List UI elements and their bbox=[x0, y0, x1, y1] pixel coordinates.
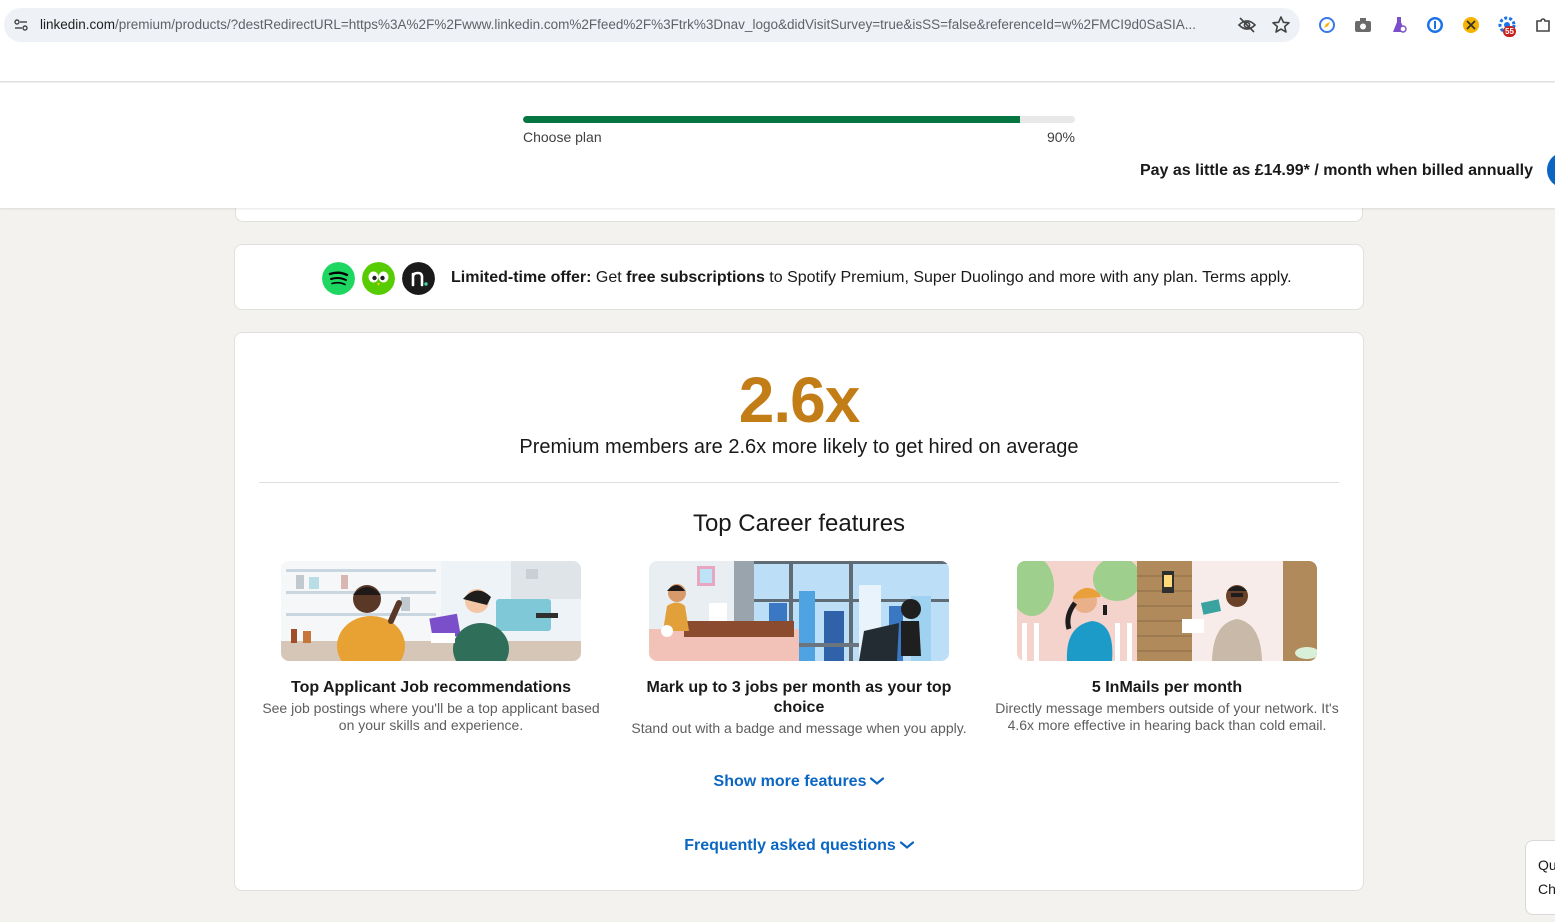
chat-line-2: Ch bbox=[1538, 881, 1555, 897]
camera-extension-icon[interactable] bbox=[1353, 15, 1373, 35]
section-divider bbox=[259, 482, 1339, 483]
offer-text: Limited-time offer: Get free subscriptio… bbox=[451, 269, 1292, 287]
career-features-card: 2.6x Premium members are 2.6x more likel… bbox=[234, 332, 1364, 891]
chat-line-1: Qu bbox=[1538, 857, 1555, 873]
feature-title: Top Applicant Job recommendations bbox=[290, 679, 572, 696]
limited-offer-banner: Limited-time offer: Get free subscriptio… bbox=[234, 244, 1364, 310]
browser-spacer bbox=[0, 50, 1555, 82]
stat-value: 2.6x bbox=[738, 364, 861, 436]
progress-bar-fill bbox=[523, 116, 1020, 123]
faq-label: Frequently asked questions bbox=[684, 837, 896, 854]
features-heading: Top Career features bbox=[692, 510, 906, 537]
feature-title: Mark up to 3 jobs per month as your top … bbox=[646, 679, 952, 716]
feature-description: Directly message members outside of your… bbox=[995, 700, 1339, 733]
progress-bar bbox=[523, 116, 1075, 123]
url-path: /premium/products/?destRedirectURL=https… bbox=[115, 17, 1197, 32]
feature-description: Stand out with a badge and message when … bbox=[631, 720, 967, 736]
star-icon[interactable] bbox=[1271, 15, 1291, 35]
site-info-icon[interactable] bbox=[13, 17, 29, 33]
stat-caption: Premium members are 2.6x more likely to … bbox=[519, 436, 1079, 458]
browser-toolbar: linkedin.com/premium/products/?destRedir… bbox=[0, 0, 1555, 50]
continue-button[interactable] bbox=[1547, 152, 1555, 188]
inmails-illustration bbox=[1017, 561, 1317, 661]
faq-link[interactable]: Frequently asked questions bbox=[235, 837, 1363, 855]
feature-title: 5 InMails per month bbox=[1091, 679, 1243, 696]
compass-extension-icon[interactable] bbox=[1317, 15, 1337, 35]
checkout-progress-header: Choose plan 90% Pay as little as £14.99*… bbox=[0, 83, 1555, 208]
job-recommendations-illustration bbox=[281, 561, 581, 661]
offer-text-mid: Get bbox=[591, 269, 627, 286]
clock-extension-icon[interactable] bbox=[1461, 15, 1481, 35]
top-choice-illustration bbox=[649, 561, 949, 661]
chevron-down-icon bbox=[870, 777, 885, 785]
offer-text-rest: to Spotify Premium, Super Duolingo and m… bbox=[764, 269, 1292, 286]
spotify-logo-icon bbox=[322, 262, 355, 295]
address-bar[interactable]: linkedin.com/premium/products/?destRedir… bbox=[4, 8, 1300, 42]
feature-card-inmails: 5 InMails per month Directly message mem… bbox=[987, 561, 1347, 734]
feature-card-top-choice: Mark up to 3 jobs per month as your top … bbox=[619, 561, 979, 737]
extension-badge: 55 bbox=[1503, 26, 1516, 37]
feature-card-top-applicant: Top Applicant Job recommendations See jo… bbox=[251, 561, 611, 734]
chat-widget[interactable]: Qu Ch bbox=[1525, 840, 1555, 915]
url-host: linkedin.com bbox=[40, 17, 116, 32]
feature-description: See job postings where you'll be a top a… bbox=[262, 700, 600, 733]
show-more-features-label: Show more features bbox=[713, 773, 867, 790]
offer-highlight: free subscriptions bbox=[626, 269, 765, 286]
duolingo-logo-icon bbox=[362, 262, 395, 295]
show-more-features-link[interactable]: Show more features bbox=[235, 773, 1363, 791]
eye-off-icon[interactable] bbox=[1237, 16, 1257, 34]
offer-lead: Limited-time offer: bbox=[451, 269, 592, 286]
chevron-down-icon bbox=[899, 841, 914, 849]
progress-percent: 90% bbox=[1046, 129, 1075, 145]
noom-logo-icon bbox=[402, 262, 435, 295]
url-text[interactable]: linkedin.com/premium/products/?destRedir… bbox=[40, 17, 1225, 33]
flask-extension-icon[interactable] bbox=[1389, 15, 1409, 35]
password-manager-icon[interactable] bbox=[1425, 15, 1445, 35]
progress-step-label: Choose plan bbox=[523, 129, 602, 145]
puzzle-icon[interactable] bbox=[1533, 15, 1553, 35]
price-note: Pay as little as £14.99* / month when bi… bbox=[1139, 162, 1533, 179]
